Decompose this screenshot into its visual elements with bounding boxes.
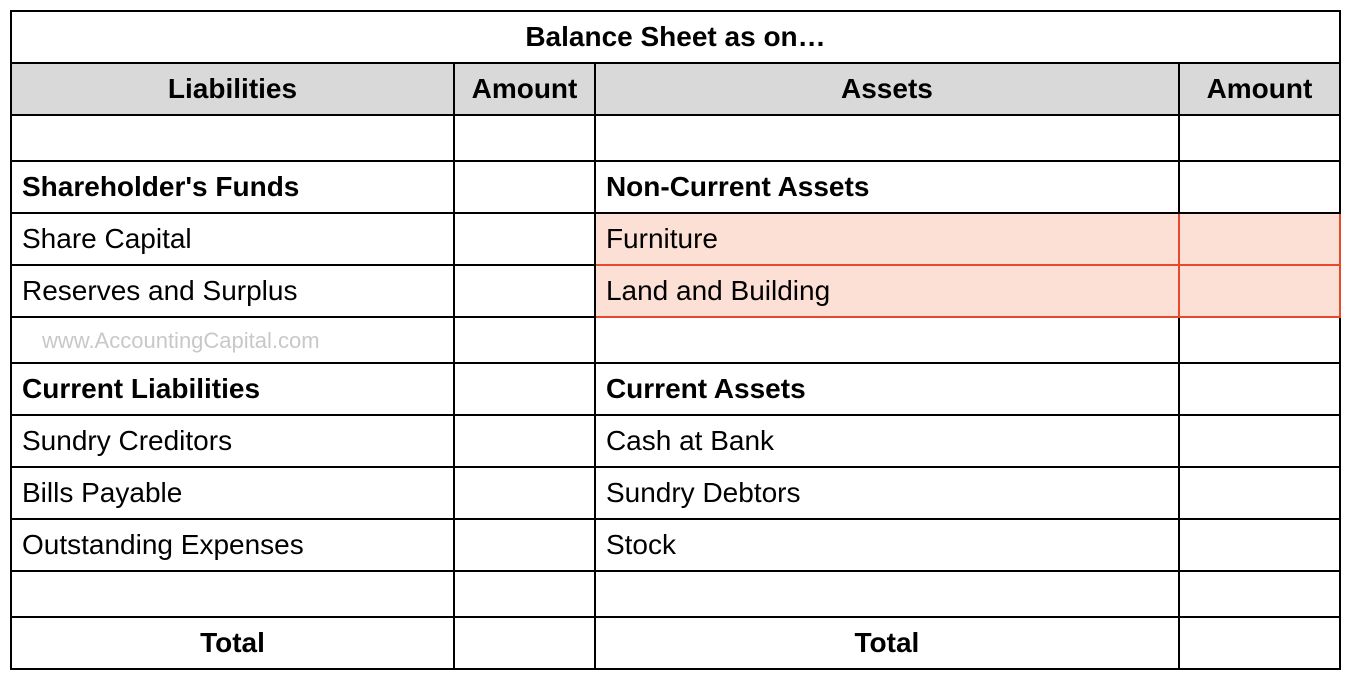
bills-payable-label: Bills Payable — [11, 467, 454, 519]
cell — [1179, 115, 1340, 161]
section-headers-row-1: Shareholder's Funds Non-Current Assets — [11, 161, 1340, 213]
data-row: Sundry Creditors Cash at Bank — [11, 415, 1340, 467]
cell — [454, 467, 595, 519]
section-headers-row-2: Current Liabilities Current Assets — [11, 363, 1340, 415]
header-amount-2: Amount — [1179, 63, 1340, 115]
header-liabilities: Liabilities — [11, 63, 454, 115]
cell — [1179, 317, 1340, 363]
cell — [454, 317, 595, 363]
cell — [454, 363, 595, 415]
non-current-assets-header: Non-Current Assets — [595, 161, 1179, 213]
cell — [1179, 467, 1340, 519]
cell — [454, 265, 595, 317]
data-row: Bills Payable Sundry Debtors — [11, 467, 1340, 519]
land-building-amount-cell — [1179, 265, 1340, 317]
header-row: Liabilities Amount Assets Amount — [11, 63, 1340, 115]
cell — [454, 415, 595, 467]
sheet-title: Balance Sheet as on… — [11, 11, 1340, 63]
total-liabilities-amount — [454, 617, 595, 669]
blank-row-2 — [11, 571, 1340, 617]
furniture-amount-cell — [1179, 213, 1340, 265]
total-liabilities-label: Total — [11, 617, 454, 669]
cell — [454, 161, 595, 213]
data-row: Share Capital Furniture — [11, 213, 1340, 265]
cash-at-bank-label: Cash at Bank — [595, 415, 1179, 467]
header-amount-1: Amount — [454, 63, 595, 115]
cell — [454, 115, 595, 161]
balance-sheet-table: Balance Sheet as on… Liabilities Amount … — [10, 10, 1341, 670]
cell — [1179, 415, 1340, 467]
cell — [454, 571, 595, 617]
cell — [454, 519, 595, 571]
cell — [595, 317, 1179, 363]
cell — [454, 213, 595, 265]
cell — [1179, 363, 1340, 415]
cell — [1179, 161, 1340, 213]
reserves-surplus-label: Reserves and Surplus — [11, 265, 454, 317]
current-liabilities-header: Current Liabilities — [11, 363, 454, 415]
cell — [1179, 571, 1340, 617]
header-assets: Assets — [595, 63, 1179, 115]
total-assets-label: Total — [595, 617, 1179, 669]
cell — [11, 571, 454, 617]
sundry-debtors-label: Sundry Debtors — [595, 467, 1179, 519]
total-assets-amount — [1179, 617, 1340, 669]
watermark-row: www.AccountingCapital.com — [11, 317, 1340, 363]
current-assets-header: Current Assets — [595, 363, 1179, 415]
shareholders-funds-header: Shareholder's Funds — [11, 161, 454, 213]
title-row: Balance Sheet as on… — [11, 11, 1340, 63]
outstanding-expenses-label: Outstanding Expenses — [11, 519, 454, 571]
cell — [11, 115, 454, 161]
furniture-label: Furniture — [595, 213, 1179, 265]
sundry-creditors-label: Sundry Creditors — [11, 415, 454, 467]
blank-row-1 — [11, 115, 1340, 161]
total-row: Total Total — [11, 617, 1340, 669]
cell — [1179, 519, 1340, 571]
stock-label: Stock — [595, 519, 1179, 571]
land-building-label: Land and Building — [595, 265, 1179, 317]
share-capital-label: Share Capital — [11, 213, 454, 265]
data-row: Outstanding Expenses Stock — [11, 519, 1340, 571]
watermark-text: www.AccountingCapital.com — [11, 317, 454, 363]
cell — [595, 115, 1179, 161]
cell — [595, 571, 1179, 617]
data-row: Reserves and Surplus Land and Building — [11, 265, 1340, 317]
